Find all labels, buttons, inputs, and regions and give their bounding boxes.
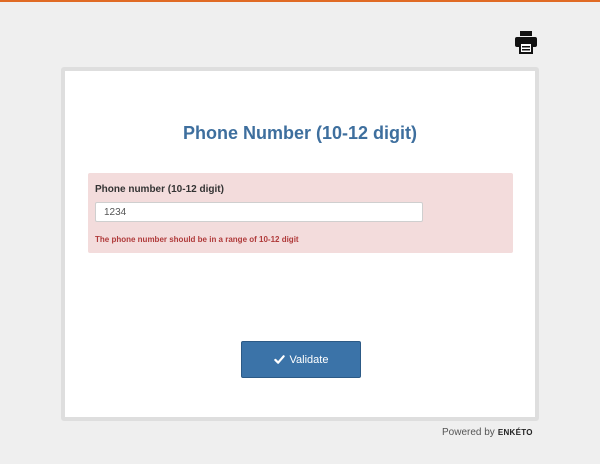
- print-button[interactable]: [514, 30, 538, 54]
- enketo-logo[interactable]: ENKÉTO: [498, 428, 533, 437]
- phone-number-input[interactable]: [95, 202, 423, 222]
- form-card: Phone Number (10-12 digit) Phone number …: [61, 67, 539, 421]
- phone-question: Phone number (10-12 digit) The phone num…: [88, 173, 513, 253]
- error-message: The phone number should be in a range of…: [95, 235, 299, 244]
- question-label: Phone number (10-12 digit): [95, 184, 224, 195]
- check-icon: [273, 354, 285, 365]
- form-title: Phone Number (10-12 digit): [182, 123, 418, 143]
- powered-by-text: Powered by: [442, 427, 495, 438]
- top-accent-bar: [0, 0, 600, 2]
- powered-by: Powered by ENKÉTO: [442, 427, 533, 438]
- print-icon: [514, 30, 538, 54]
- validate-button[interactable]: Validate: [241, 341, 361, 378]
- validate-label: Validate: [289, 353, 329, 366]
